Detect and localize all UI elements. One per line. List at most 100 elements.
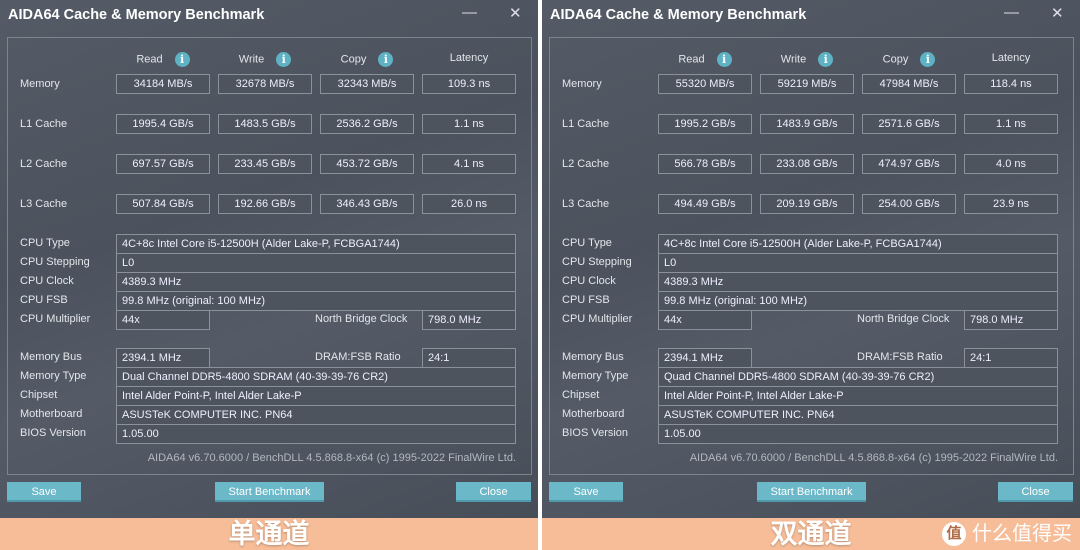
result-value: 494.49 GB/s (658, 194, 752, 214)
save-button[interactable]: Save (549, 482, 623, 502)
dram-fsb-ratio-label: DRAM:FSB Ratio (857, 351, 943, 363)
column-header-read: Read i (116, 52, 210, 67)
info-icon[interactable]: i (818, 52, 834, 67)
column-header-label: Latency (449, 52, 489, 64)
memory-type-value: Quad Channel DDR5-4800 SDRAM (40-39-39-7… (658, 367, 1058, 387)
result-value: 1483.9 GB/s (760, 114, 854, 134)
result-value: 118.4 ns (964, 74, 1058, 94)
start-benchmark-button[interactable]: Start Benchmark (215, 482, 324, 502)
cpu-multiplier-value: 44x (658, 310, 752, 330)
column-header-copy: Copy i (862, 52, 956, 67)
result-value: 1483.5 GB/s (218, 114, 312, 134)
column-header-label: Read (678, 53, 705, 66)
result-value: 55320 MB/s (658, 74, 752, 94)
version-footer: AIDA64 v6.70.6000 / BenchDLL 4.5.868.8-x… (147, 452, 516, 464)
memory-type-value: Dual Channel DDR5-4800 SDRAM (40-39-39-7… (116, 367, 516, 387)
result-value: 109.3 ns (422, 74, 516, 94)
benchmark-window-dual: AIDA64 Cache & Memory Benchmark — ✕ Read i Wr… (542, 0, 1080, 518)
bios-version-label: BIOS Version (562, 427, 629, 439)
cpu-multiplier-label: CPU Multiplier (562, 313, 633, 325)
row-label: L2 Cache (562, 158, 610, 170)
cpu-multiplier-value: 44x (116, 310, 210, 330)
result-value: 26.0 ns (422, 194, 516, 214)
minimize-button[interactable]: — (1004, 4, 1019, 21)
dram-fsb-ratio-value: 24:1 (422, 348, 516, 368)
version-footer: AIDA64 v6.70.6000 / BenchDLL 4.5.868.8-x… (689, 452, 1058, 464)
start-benchmark-button[interactable]: Start Benchmark (757, 482, 866, 502)
info-icon[interactable]: i (716, 52, 732, 67)
cpu-type-value: 4C+8c Intel Core i5-12500H (Alder Lake-P… (658, 234, 1058, 254)
row-label: L1 Cache (20, 118, 68, 130)
dram-fsb-ratio-label: DRAM:FSB Ratio (315, 351, 401, 363)
result-value: 233.08 GB/s (760, 154, 854, 174)
column-header-label: Copy (340, 53, 367, 66)
close-button[interactable]: Close (456, 482, 531, 502)
cpu-clock-label: CPU Clock (562, 275, 616, 287)
row-label: L3 Cache (20, 198, 68, 210)
column-header-write: Write i (760, 52, 854, 67)
cpu-clock-label: CPU Clock (20, 275, 74, 287)
column-header-label: Write (780, 53, 807, 66)
north-bridge-clock-value: 798.0 MHz (964, 310, 1058, 330)
chipset-value: Intel Alder Point-P, Intel Alder Lake-P (658, 386, 1058, 406)
north-bridge-clock-label: North Bridge Clock (315, 313, 408, 325)
motherboard-value: ASUSTeK COMPUTER INC. PN64 (658, 405, 1058, 425)
result-value: 346.43 GB/s (320, 194, 414, 214)
result-value: 2536.2 GB/s (320, 114, 414, 134)
chipset-value: Intel Alder Point-P, Intel Alder Lake-P (116, 386, 516, 406)
result-value: 23.9 ns (964, 194, 1058, 214)
window-title: AIDA64 Cache & Memory Benchmark (550, 7, 807, 23)
result-value: 566.78 GB/s (658, 154, 752, 174)
minimize-button[interactable]: — (462, 4, 477, 21)
result-value: 453.72 GB/s (320, 154, 414, 174)
watermark: 值 什么值得买 (942, 522, 1072, 546)
chipset-label: Chipset (562, 389, 600, 401)
benchmark-window-single: AIDA64 Cache & Memory Benchmark — ✕ Read i Wr… (0, 0, 538, 518)
cpu-clock-value: 4389.3 MHz (658, 272, 1058, 292)
row-label: Memory (20, 78, 60, 90)
info-icon[interactable]: i (378, 52, 394, 67)
memory-type-label: Memory Type (562, 370, 629, 382)
result-value: 2571.6 GB/s (862, 114, 956, 134)
row-label: L2 Cache (20, 158, 68, 170)
result-value: 59219 MB/s (760, 74, 854, 94)
result-value: 507.84 GB/s (116, 194, 210, 214)
cpu-fsb-label: CPU FSB (20, 294, 68, 306)
result-value: 32678 MB/s (218, 74, 312, 94)
result-value: 697.57 GB/s (116, 154, 210, 174)
result-value: 1995.2 GB/s (658, 114, 752, 134)
column-header-copy: Copy i (320, 52, 414, 67)
cpu-multiplier-label: CPU Multiplier (20, 313, 91, 325)
column-header-label: Copy (882, 53, 909, 66)
result-value: 209.19 GB/s (760, 194, 854, 214)
column-header-read: Read i (658, 52, 752, 67)
info-icon[interactable]: i (174, 52, 190, 67)
close-window-button[interactable]: ✕ (509, 4, 522, 22)
info-icon[interactable]: i (276, 52, 292, 67)
result-value: 32343 MB/s (320, 74, 414, 94)
column-header-label: Latency (991, 52, 1031, 64)
close-window-button[interactable]: ✕ (1051, 4, 1064, 22)
memory-bus-label: Memory Bus (20, 351, 82, 363)
memory-bus-value: 2394.1 MHz (658, 348, 752, 368)
bios-version-label: BIOS Version (20, 427, 87, 439)
bios-version-value: 1.05.00 (116, 424, 516, 444)
bios-version-value: 1.05.00 (658, 424, 1058, 444)
result-value: 474.97 GB/s (862, 154, 956, 174)
cpu-fsb-value: 99.8 MHz (original: 100 MHz) (116, 291, 516, 311)
memory-type-label: Memory Type (20, 370, 87, 382)
row-label: L3 Cache (562, 198, 610, 210)
cpu-type-value: 4C+8c Intel Core i5-12500H (Alder Lake-P… (116, 234, 516, 254)
window-title: AIDA64 Cache & Memory Benchmark (8, 7, 265, 23)
chipset-label: Chipset (20, 389, 58, 401)
save-button[interactable]: Save (7, 482, 81, 502)
close-button[interactable]: Close (998, 482, 1073, 502)
column-header-latency: Latency (422, 52, 516, 64)
cpu-clock-value: 4389.3 MHz (116, 272, 516, 292)
info-icon[interactable]: i (920, 52, 936, 67)
result-value: 4.0 ns (964, 154, 1058, 174)
column-header-label: Write (238, 53, 265, 66)
result-value: 192.66 GB/s (218, 194, 312, 214)
north-bridge-clock-value: 798.0 MHz (422, 310, 516, 330)
channel-caption: 单通道 (0, 518, 538, 550)
